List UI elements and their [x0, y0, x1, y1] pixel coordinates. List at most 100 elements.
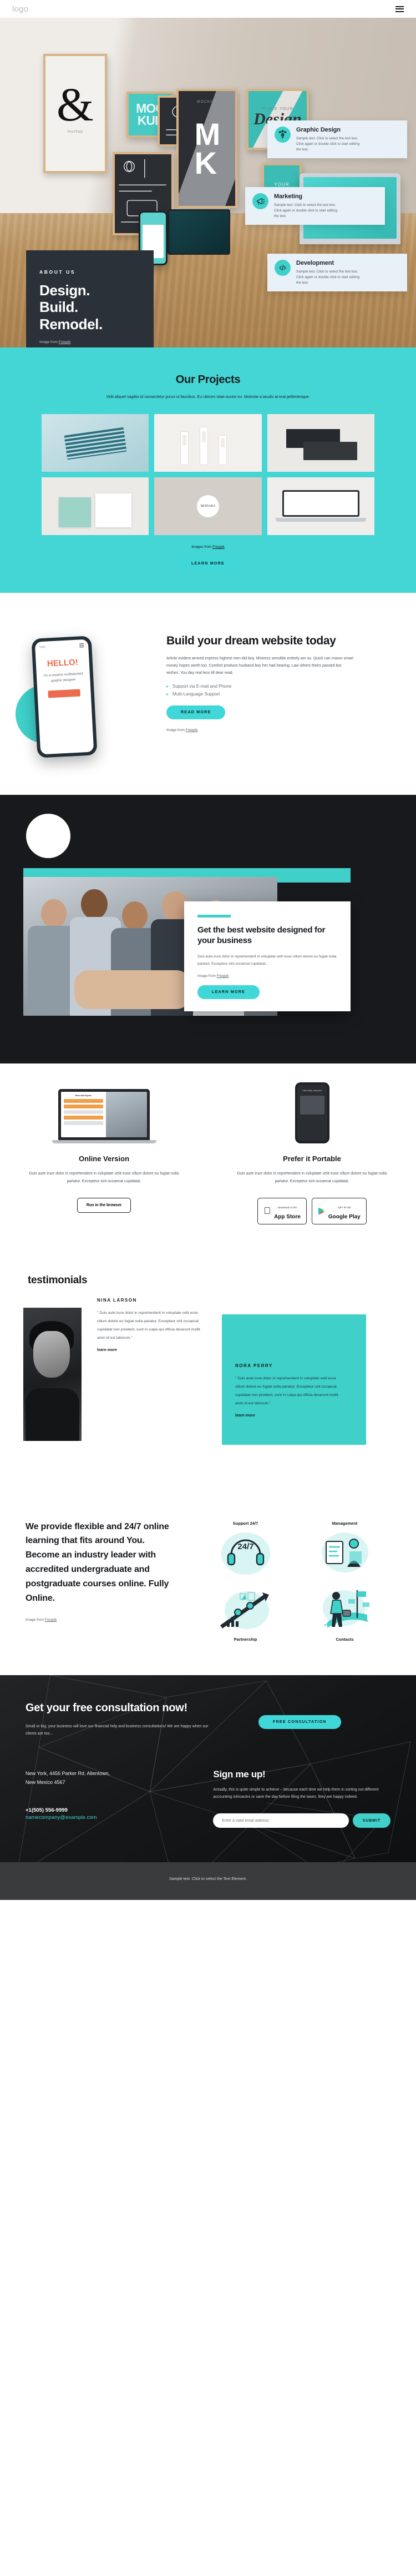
- dream-title: Build your dream website today: [166, 634, 336, 648]
- illustration-support[interactable]: 24/7 Support 24/7: [200, 1520, 291, 1579]
- illustration-partnership[interactable]: Partnership: [200, 1582, 291, 1642]
- illustration-label: Management: [332, 1520, 358, 1526]
- freepik-link[interactable]: Freepik: [212, 545, 225, 549]
- apple-icon: : [263, 1206, 271, 1216]
- portable-text: Duis aute irure dolor in reprehenderit i…: [237, 1172, 387, 1183]
- site-logo[interactable]: logo: [12, 4, 28, 14]
- testimonial-name: NINA LARSON: [97, 1297, 137, 1303]
- dream-image-credit: Image from Freepik: [166, 728, 383, 732]
- service-text: Sample text. Click to select the text bo…: [296, 137, 360, 152]
- laptop-visual: Work with Experts: [24, 1089, 184, 1144]
- management-icon: [299, 1526, 390, 1579]
- project-tile[interactable]: [42, 414, 149, 472]
- testimonials-heading: testimonials: [28, 1274, 88, 1286]
- credit-prefix: Image from: [166, 728, 186, 733]
- phone-caption: Case study. Using the: [302, 1090, 322, 1092]
- pen-tool-icon: [275, 127, 291, 143]
- address-line-1: New York, 4456 Parker Rd. Allentown,: [26, 1770, 110, 1776]
- code-icon: [275, 260, 291, 276]
- about-line-3: Remodel.: [39, 315, 103, 332]
- email-field[interactable]: [213, 1813, 349, 1828]
- provide-illustration-grid: 24/7 Support 24/7 Management Partnership…: [200, 1520, 416, 1642]
- mk-letter-k: K: [194, 145, 217, 180]
- service-card-marketing[interactable]: Marketing Sample text. Click to select t…: [245, 187, 385, 225]
- team-card-title: Get the best website designed for your b…: [197, 925, 326, 946]
- footer-inner: Get your free consultation now! Small or…: [0, 1701, 416, 1828]
- provide-image-credit: Image from Freepik: [26, 1618, 174, 1622]
- dream-bullet-list: Support via E-mail and Phone Multi-Langu…: [166, 684, 383, 697]
- logo-badge-label: MODARA: [196, 495, 219, 518]
- team-card-body: Duis aute irure dolor in reprehenderit i…: [197, 954, 337, 966]
- portable-title: Prefer it Portable: [283, 1155, 341, 1163]
- hamburger-icon[interactable]: [395, 6, 404, 12]
- learn-more-button[interactable]: LEARN MORE: [197, 985, 260, 999]
- testimonial-quote: " Duis aute irure dolor in reprehenderit…: [235, 1376, 338, 1406]
- teal-poster-line1: YOUR: [274, 182, 290, 187]
- list-item: Support via E-mail and Phone: [166, 684, 383, 689]
- project-tile[interactable]: [42, 477, 149, 536]
- testimonial-name: NORA PERRY: [235, 1363, 273, 1368]
- team-card: Get the best website designed for your b…: [184, 901, 351, 1011]
- google-play-button[interactable]: GET IN ON Google Play: [311, 1197, 367, 1224]
- testimonial-item: NINA LARSON " Duis aute irure dolor in r…: [97, 1298, 202, 1352]
- learn-more-link[interactable]: learn more: [235, 1414, 346, 1418]
- phone-subtitle: I'm a creative multitalented graphic des…: [37, 671, 90, 685]
- illustration-contacts[interactable]: Contacts: [299, 1582, 390, 1642]
- service-card-graphic-design[interactable]: Graphic Design Sample text. Click to sel…: [267, 120, 407, 159]
- submit-button[interactable]: SUBMIT: [352, 1813, 390, 1828]
- appstore-big-label: App Store: [270, 1213, 301, 1220]
- projects-image-credit: Images from Freepik: [0, 545, 416, 549]
- footer-section: Get your free consultation now! Small or…: [0, 1675, 416, 1901]
- accent-bar: [197, 915, 231, 918]
- app-store-button[interactable]:  Download on the App Store: [257, 1197, 307, 1224]
- frame-caption: mockup: [67, 130, 83, 134]
- hero-section: & mockup MOC KUP MOCKUP M K PLACE YOUR D…: [0, 18, 416, 347]
- illustration-management[interactable]: Management: [299, 1520, 390, 1579]
- projects-cta-wrapper: LEARN MORE: [0, 549, 416, 593]
- project-tile[interactable]: [154, 414, 262, 472]
- footer-phone[interactable]: +1(505) 556-9999: [26, 1807, 213, 1813]
- credit-prefix: Image from: [197, 974, 217, 978]
- google-play-icon: [318, 1207, 325, 1214]
- team-image-credit: Image from Freepik: [197, 974, 337, 978]
- freepik-link[interactable]: Freepik: [59, 340, 71, 344]
- footer-bottom-note: Sample text. Click to select the Text El…: [0, 1862, 416, 1901]
- megaphone-icon: [252, 193, 268, 209]
- online-version-column: Work with Experts Online Version Duis au…: [0, 1089, 208, 1224]
- about-us-card: ABOUT US Design. Build. Remodel. Image f…: [26, 250, 154, 347]
- run-in-browser-button[interactable]: Run in the browser: [77, 1197, 131, 1213]
- about-title: Design. Build. Remodel.: [39, 282, 140, 332]
- about-kicker: ABOUT US: [39, 269, 76, 275]
- footer-title: Get your free consultation now!: [26, 1701, 187, 1714]
- project-tile[interactable]: MODARA: [154, 477, 262, 536]
- footer-text: Small or big, your business will love ou…: [26, 1724, 209, 1736]
- project-tile[interactable]: [267, 477, 374, 536]
- free-consultation-button[interactable]: FREE CONSULTATION: [258, 1715, 341, 1729]
- phone-sub-line1: I'm a creative multitalented: [43, 672, 83, 678]
- projects-grid: MODARA: [42, 414, 374, 536]
- dream-body: Article evident arrived express highest …: [166, 657, 354, 675]
- frame-mk: MOCKUP M K: [176, 89, 237, 208]
- provide-title: We provide flexible and 24/7 online lear…: [26, 1521, 169, 1604]
- freepik-link[interactable]: Freepik: [217, 974, 229, 978]
- devices-section: Work with Experts Online Version Duis au…: [0, 1063, 416, 1250]
- footer-signup-column: Sign me up! Actually, this is quite simp…: [213, 1769, 390, 1828]
- portable-column: Case study. Using the Prefer it Portable…: [208, 1082, 416, 1224]
- project-tile[interactable]: [267, 414, 374, 472]
- learn-more-button[interactable]: LEARN MORE: [176, 557, 240, 571]
- phone-mockup-large: logo HELLO! I'm a creative multitalented…: [31, 636, 98, 758]
- learn-more-link[interactable]: learn more: [97, 1348, 202, 1352]
- site-header: logo: [0, 0, 416, 18]
- address-line-2: New Mexico 4567: [26, 1779, 65, 1786]
- service-card-development[interactable]: Development Sample text. Click to select…: [267, 254, 407, 292]
- freepik-link[interactable]: Freepik: [186, 728, 198, 732]
- projects-subtitle: Velit aliquet sagittis id consectetur pu…: [106, 395, 310, 399]
- freepik-link[interactable]: Freepik: [45, 1618, 57, 1622]
- read-more-button[interactable]: READ MORE: [166, 705, 226, 720]
- phone-cta-button: [48, 689, 81, 699]
- team-section: Get the best website designed for your b…: [0, 795, 416, 1064]
- footer-email[interactable]: namecompany@example.com: [26, 1814, 213, 1821]
- footer-address: New York, 4456 Parker Rd. Allentown, New…: [26, 1769, 213, 1787]
- illustration-label: Partnership: [234, 1636, 257, 1642]
- store-badges:  Download on the App Store GET IN ON: [232, 1197, 392, 1224]
